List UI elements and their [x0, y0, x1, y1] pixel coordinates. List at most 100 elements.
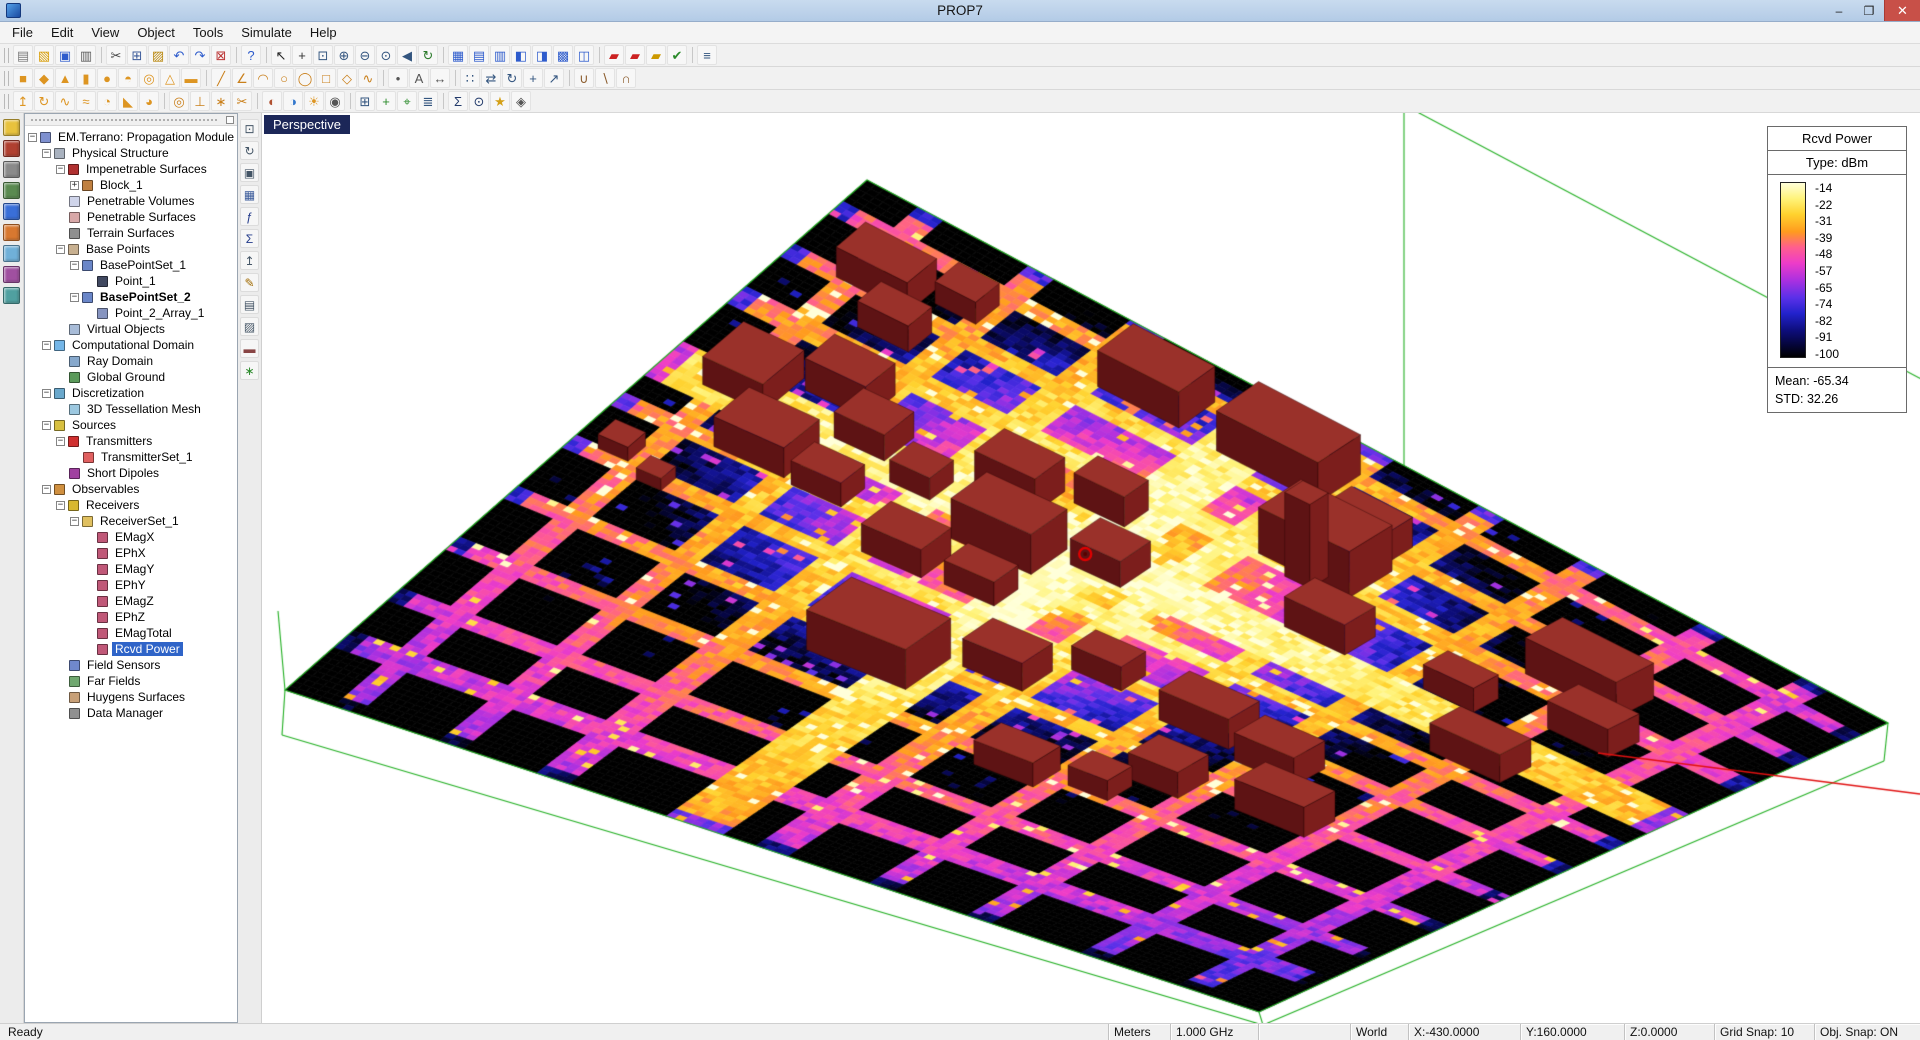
window-cascade-icon[interactable]: ▩: [553, 45, 573, 65]
scripts-palette-icon[interactable]: [3, 287, 20, 304]
tree-item-terrain-surfaces[interactable]: Terrain Surfaces: [25, 225, 237, 241]
tree-toggle[interactable]: −: [42, 485, 51, 494]
title-bar[interactable]: PROP7 – ❐ ✕: [0, 0, 1920, 22]
grid-toggle-icon[interactable]: ▤: [240, 295, 259, 314]
tree-item-virtual-objects[interactable]: Virtual Objects: [25, 321, 237, 337]
tree-toggle[interactable]: −: [56, 437, 65, 446]
tree-item-base-points[interactable]: −Base Points: [25, 241, 237, 257]
marker-green-icon[interactable]: ✔: [667, 45, 687, 65]
tree-item-transmitterset-1[interactable]: TransmitterSet_1: [25, 449, 237, 465]
redo-icon[interactable]: ↷: [190, 45, 210, 65]
tree-toggle[interactable]: −: [42, 149, 51, 158]
rotate-tool-icon[interactable]: ↻: [502, 68, 522, 88]
view-top-icon[interactable]: ▦: [448, 45, 468, 65]
tree-item-block-1[interactable]: +Block_1: [25, 177, 237, 193]
layers-icon[interactable]: ≣: [418, 91, 438, 111]
pyramid-tool-icon[interactable]: △: [160, 68, 180, 88]
tree-toggle[interactable]: −: [42, 389, 51, 398]
scale-tool-icon[interactable]: ↗: [544, 68, 564, 88]
field-probe-icon[interactable]: ⊙: [469, 91, 489, 111]
shell-tool-icon[interactable]: ◔: [97, 91, 117, 111]
tree-item-emagy[interactable]: EMagY: [25, 561, 237, 577]
tree-toggle[interactable]: −: [28, 133, 37, 142]
undo-icon[interactable]: ↶: [169, 45, 189, 65]
tree-item-basepointset-2[interactable]: −BasePointSet_2: [25, 289, 237, 305]
zoom-out-icon[interactable]: ⊖: [355, 45, 375, 65]
results-palette-icon[interactable]: [3, 266, 20, 283]
window-tile-icon[interactable]: ◫: [574, 45, 594, 65]
zoom-in-icon[interactable]: ⊕: [334, 45, 354, 65]
line-tool-icon[interactable]: ╱: [211, 68, 231, 88]
rectangle-tool-icon[interactable]: □: [316, 68, 336, 88]
close-button[interactable]: ✕: [1884, 0, 1920, 21]
favorites-icon[interactable]: ★: [490, 91, 510, 111]
loft-tool-icon[interactable]: ≈: [76, 91, 96, 111]
polyline-tool-icon[interactable]: ∠: [232, 68, 252, 88]
revolve-tool-icon[interactable]: ↻: [34, 91, 54, 111]
tree-item-far-fields[interactable]: Far Fields: [25, 673, 237, 689]
dome-tool-icon[interactable]: ◓: [118, 68, 138, 88]
zoom-window-icon[interactable]: ⊡: [313, 45, 333, 65]
tree-item-computational-domain[interactable]: −Computational Domain: [25, 337, 237, 353]
copy-icon[interactable]: ⊞: [127, 45, 147, 65]
menu-file[interactable]: File: [3, 23, 42, 42]
view-front-icon[interactable]: ▤: [469, 45, 489, 65]
arc-tool-icon[interactable]: ◠: [253, 68, 273, 88]
sort-icon[interactable]: ≡: [697, 45, 717, 65]
cylinder-tool-icon[interactable]: ▮: [76, 68, 96, 88]
move-tool-icon[interactable]: +: [523, 68, 543, 88]
sensors-palette-icon[interactable]: [3, 245, 20, 262]
toolbar-grip[interactable]: [4, 48, 9, 63]
annotate-icon[interactable]: ✎: [240, 273, 259, 292]
tree-item-observables[interactable]: −Observables: [25, 481, 237, 497]
tree-item-transmitters[interactable]: −Transmitters: [25, 433, 237, 449]
export-plot-icon[interactable]: ↥: [240, 251, 259, 270]
tree-item-emagx[interactable]: EMagX: [25, 529, 237, 545]
offset-tool-icon[interactable]: ◎: [169, 91, 189, 111]
sources-palette-icon[interactable]: [3, 224, 20, 241]
tree-toggle[interactable]: +: [70, 181, 79, 190]
tree-item-physical-structure[interactable]: −Physical Structure: [25, 145, 237, 161]
extrude-tool-icon[interactable]: ↥: [13, 91, 33, 111]
project-tool-icon[interactable]: ⊥: [190, 91, 210, 111]
sphere-tool-icon[interactable]: ●: [97, 68, 117, 88]
explode-tool-icon[interactable]: ∗: [211, 91, 231, 111]
axes-icon[interactable]: +: [376, 91, 396, 111]
tree-toggle[interactable]: −: [56, 501, 65, 510]
project-palette-icon[interactable]: [3, 119, 20, 136]
sweep-tool-icon[interactable]: ∿: [55, 91, 75, 111]
light-icon[interactable]: ☀: [304, 91, 324, 111]
tree-item-discretization[interactable]: −Discretization: [25, 385, 237, 401]
tree-item-point-1[interactable]: Point_1: [25, 273, 237, 289]
tree-toggle[interactable]: −: [70, 293, 79, 302]
view-perspective-icon[interactable]: ◨: [532, 45, 552, 65]
tree-toggle[interactable]: −: [42, 341, 51, 350]
objects-palette-icon[interactable]: [3, 203, 20, 220]
add-marker-icon[interactable]: ∗: [240, 361, 259, 380]
ruler-icon[interactable]: ▬: [240, 339, 259, 358]
settings-icon[interactable]: ◈: [511, 91, 531, 111]
circle-tool-icon[interactable]: ○: [274, 68, 294, 88]
slab-tool-icon[interactable]: ▬: [181, 68, 201, 88]
menu-simulate[interactable]: Simulate: [232, 23, 301, 42]
tree-item-data-manager[interactable]: Data Manager: [25, 705, 237, 721]
tree-item-short-dipoles[interactable]: Short Dipoles: [25, 465, 237, 481]
save-icon[interactable]: ▣: [55, 45, 75, 65]
reset-view-icon[interactable]: ↻: [240, 141, 259, 160]
point-tool-icon[interactable]: •: [388, 68, 408, 88]
mesh-view-icon[interactable]: ▨: [240, 317, 259, 336]
tree-item-receiverset-1[interactable]: −ReceiverSet_1: [25, 513, 237, 529]
function-icon[interactable]: ƒ: [240, 207, 259, 226]
dimension-tool-icon[interactable]: ↔: [430, 68, 450, 88]
equation-icon[interactable]: Σ: [240, 229, 259, 248]
maximize-button[interactable]: ❐: [1854, 0, 1884, 21]
tree-toggle[interactable]: −: [70, 517, 79, 526]
previous-view-icon[interactable]: ◀: [397, 45, 417, 65]
tree-item-sources[interactable]: −Sources: [25, 417, 237, 433]
tree-item-point-2-array-1[interactable]: Point_2_Array_1: [25, 305, 237, 321]
tree-item-penetrable-surfaces[interactable]: Penetrable Surfaces: [25, 209, 237, 225]
tree-item-3d-tessellation-mesh[interactable]: 3D Tessellation Mesh: [25, 401, 237, 417]
spline-tool-icon[interactable]: ∿: [358, 68, 378, 88]
tree-item-em-terrano-propagation-module[interactable]: −EM.Terrano: Propagation Module: [25, 129, 237, 145]
union-tool-icon[interactable]: ∪: [574, 68, 594, 88]
